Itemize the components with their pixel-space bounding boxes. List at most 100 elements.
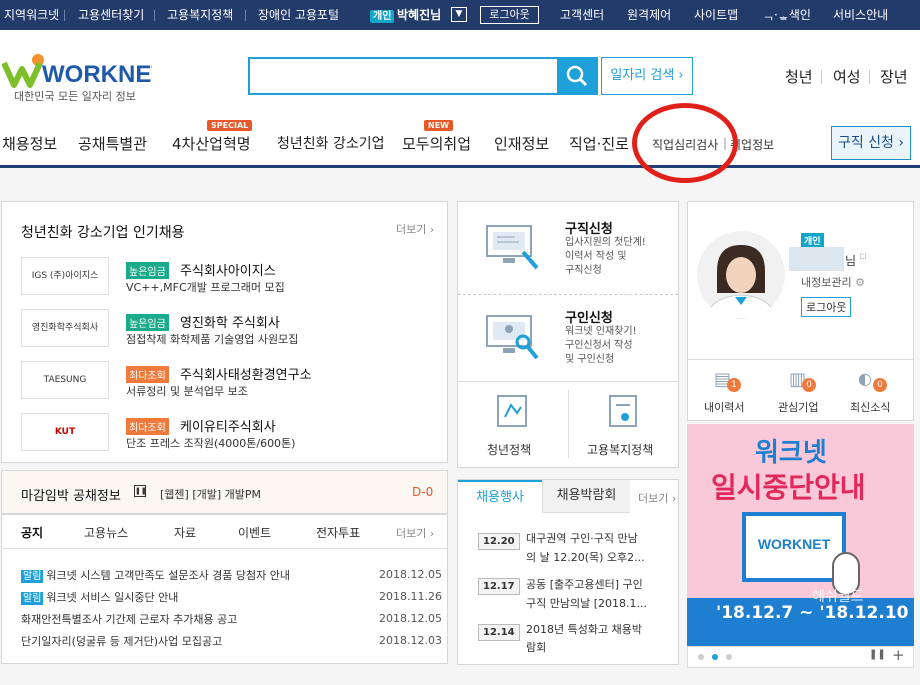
search-button[interactable] xyxy=(557,57,598,95)
company-logo[interactable]: 영진화학주식회사 xyxy=(21,309,109,347)
plus-icon[interactable]: + xyxy=(892,646,905,664)
separator xyxy=(154,10,155,21)
job-search-button[interactable]: 일자리 검색 › xyxy=(601,57,693,95)
job-seek-desc-3: 구직신청 xyxy=(565,265,602,276)
search-icon xyxy=(566,65,588,87)
company-name[interactable]: 주식회사아이지스 xyxy=(180,260,276,279)
tab-job-events[interactable]: 채용행사 xyxy=(458,480,542,513)
nav-youth-sme[interactable]: 청년친화 강소기업 xyxy=(277,133,385,153)
job-desc[interactable]: 서류정리 및 분석업무 보조 xyxy=(126,383,248,399)
top-link-service-guide[interactable]: 서비스안내 xyxy=(833,0,888,30)
slide-dot[interactable] xyxy=(698,654,704,660)
youth-policy-icon[interactable] xyxy=(497,395,527,427)
company-logo[interactable]: IGS (주)아이지스 xyxy=(21,257,109,295)
deadline-text[interactable]: [웹젠] [개발] 개발PM xyxy=(160,486,261,502)
nav-job-info[interactable]: 채용정보 xyxy=(2,133,57,154)
welfare-policy-link[interactable]: 고용복지정책 xyxy=(587,441,653,458)
company-logo[interactable]: KUT xyxy=(21,413,109,451)
notice-item[interactable]: 알림 워크넷 서비스 일시중단 안내 xyxy=(21,589,178,605)
tab-job-fair[interactable]: 채용박람회 xyxy=(542,480,630,513)
news-count: 0 xyxy=(873,378,887,392)
divider xyxy=(568,390,569,458)
latest-news-link[interactable]: 최신소식 xyxy=(850,399,890,415)
event-line[interactable]: 구직 만남의날 [2018.1... xyxy=(526,595,647,613)
notice-item[interactable]: 알림 워크넷 시스템 고객만족도 설문조사 경품 당첨자 안내 xyxy=(21,567,290,583)
pause-icon[interactable]: ❚❚ xyxy=(869,649,886,660)
recruit-title[interactable]: 구인신청 xyxy=(565,307,613,326)
resume-count: 1 xyxy=(727,378,741,392)
nav-public-recruit[interactable]: 공채특별관 xyxy=(78,133,147,154)
my-info-link[interactable]: 내정보관리 ⚙ xyxy=(801,274,865,290)
name-suffix: 님 xyxy=(845,254,857,268)
event-line[interactable]: 공동 [출주고용센터] 구인 xyxy=(526,576,643,594)
user-type-badge: 개인 xyxy=(370,10,395,23)
nav-everyone-job[interactable]: 모두의취업 xyxy=(402,133,471,154)
divider xyxy=(458,381,678,382)
divider xyxy=(1,548,448,549)
event-line[interactable]: 람회 xyxy=(526,639,546,657)
events-more-link[interactable]: 더보기 › xyxy=(638,490,676,506)
recruit-desc-2: 구인신청서 작성 xyxy=(565,340,633,351)
banner-title-2: 일시중단안내 xyxy=(711,471,866,504)
most-viewed-badge: 최다조회 xyxy=(126,366,169,383)
top-link-policy[interactable]: 고용복지정책 xyxy=(167,0,233,30)
notice-item[interactable]: 단기일자리(덩굴류 등 제거단)사업 모집공고 xyxy=(21,633,222,649)
search-input[interactable] xyxy=(248,57,598,95)
top-link-sitemap[interactable]: 사이트맵 xyxy=(694,0,738,30)
recruit-desc-1: 워크넷 인재찾기! xyxy=(565,326,637,337)
logout-button[interactable]: 로그아웃 xyxy=(480,6,539,24)
slide-dot-active[interactable] xyxy=(712,654,718,660)
user-link-youth[interactable]: 청년 xyxy=(785,66,813,87)
top-link-center[interactable]: 고용센터찾기 xyxy=(78,0,144,30)
job-seek-title[interactable]: 구직신청 xyxy=(565,218,613,237)
job-apply-button[interactable]: 구직 신청 › xyxy=(831,126,911,160)
top-link-support[interactable]: 고객센터 xyxy=(560,0,604,30)
company-name[interactable]: 케이유티주식회사 xyxy=(180,416,276,435)
profile-logout-button[interactable]: 로그아웃 xyxy=(801,297,852,317)
nav-career[interactable]: 직업·진로 xyxy=(569,133,629,154)
popular-more-link[interactable]: 더보기 › xyxy=(396,221,434,237)
slide-dot[interactable] xyxy=(726,654,732,660)
recruit-computer-icon[interactable] xyxy=(485,312,541,362)
tab-vote[interactable]: 전자투표 xyxy=(316,524,360,541)
top-link-disabled-portal[interactable]: 장애인 고용포털 xyxy=(258,0,339,30)
event-date: 12.17 xyxy=(478,578,520,595)
event-line[interactable]: 의 날 12.20(목) 오후2... xyxy=(526,549,645,567)
tab-data[interactable]: 자료 xyxy=(174,524,196,541)
interest-company-link[interactable]: 관심기업 xyxy=(778,399,818,415)
company-name[interactable]: 영진화학 주식회사 xyxy=(180,312,280,331)
top-link-index[interactable]: ᆨ·ᇂ색인 xyxy=(763,0,811,30)
notice-more-link[interactable]: 더보기 › xyxy=(396,525,434,541)
my-resume-link[interactable]: 내이력서 xyxy=(704,399,744,415)
top-link-remote[interactable]: 원격제어 xyxy=(627,0,671,30)
avatar xyxy=(697,231,785,319)
event-date: 12.20 xyxy=(478,533,520,550)
resume-computer-icon[interactable] xyxy=(485,222,541,272)
chevron-down-icon[interactable]: ▼ xyxy=(451,7,467,22)
job-desc[interactable]: 점접착제 화학제품 기술영업 사원모집 xyxy=(126,331,298,347)
company-name[interactable]: 주식회사태성환경연구소 xyxy=(180,364,312,383)
notice-item[interactable]: 화재안전특별조사 기간제 근로자 추가채용 공고 xyxy=(21,611,237,627)
banner-dates: '18.12.7 ~ '18.12.10 xyxy=(716,603,909,623)
tab-event[interactable]: 이벤트 xyxy=(238,524,271,541)
notice-date: 2018.12.05 xyxy=(379,612,442,625)
job-desc[interactable]: 단조 프레스 조작원(4000톤/600톤) xyxy=(126,435,295,451)
job-desc[interactable]: VC++,MFC개발 프로그래머 모집 xyxy=(126,279,285,295)
nav-talent-info[interactable]: 인재정보 xyxy=(494,133,549,154)
top-link-regional[interactable]: 지역워크넷 xyxy=(4,0,59,30)
pause-icon[interactable]: ❚❚ xyxy=(134,485,147,497)
company-logo[interactable]: TAESUNG xyxy=(21,361,109,399)
event-line[interactable]: 2018년 특성화고 채용박 xyxy=(526,621,642,639)
tab-notice[interactable]: 공지 xyxy=(21,524,43,541)
event-line[interactable]: 대구권역 구인·구직 만남 xyxy=(526,530,638,548)
youth-policy-link[interactable]: 청년정책 xyxy=(487,441,531,458)
nav-4th-industry[interactable]: 4차산업혁명 xyxy=(172,133,251,154)
welfare-policy-icon[interactable] xyxy=(609,395,637,427)
deadline-title: 마감임박 공채정보 xyxy=(21,489,121,504)
user-link-senior[interactable]: 장년 xyxy=(880,66,908,87)
worknet-logo[interactable]: WORKNET xyxy=(1,53,166,93)
tab-news[interactable]: 고용뉴스 xyxy=(84,524,128,541)
user-link-women[interactable]: 여성 xyxy=(833,66,861,87)
bookmark-icon[interactable]: ⌑ xyxy=(860,250,866,264)
news-icon[interactable]: ◐ xyxy=(858,369,872,388)
